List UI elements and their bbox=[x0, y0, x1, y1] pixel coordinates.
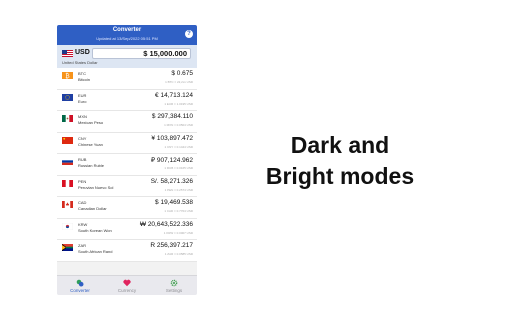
converted-value: $ 0.675 bbox=[171, 70, 193, 77]
currency-code: EUR bbox=[78, 92, 87, 98]
converted-value: S/. 58,271.326 bbox=[150, 177, 193, 185]
exchange-rate: 1 ZAR = 0.0585 USD bbox=[164, 252, 193, 256]
currency-code: ZAR bbox=[78, 243, 86, 248]
help-button[interactable]: ? bbox=[185, 30, 193, 38]
currency-code: PEN bbox=[78, 178, 87, 184]
update-timestamp: Updated at 13/Sep/2022 05:51 PM bbox=[96, 36, 158, 41]
tab-settings[interactable]: Settings bbox=[151, 276, 197, 295]
base-currency-name: United States Dollar bbox=[62, 60, 98, 65]
tab-currency[interactable]: Currency bbox=[104, 276, 150, 295]
app-title: Converter bbox=[112, 27, 142, 33]
currency-name: Mexican Peso bbox=[78, 120, 104, 125]
exchange-rate: 1 PEN = 0.2574 USD bbox=[164, 187, 193, 192]
peru-flag-icon bbox=[62, 179, 73, 187]
tab-converter[interactable]: Converter bbox=[57, 276, 103, 295]
converted-value: R 256,397.217 bbox=[150, 242, 193, 249]
exchange-rate: 1 EUR = 1.0195 USD bbox=[164, 101, 193, 106]
base-currency-code: USD bbox=[75, 49, 90, 56]
currency-name: Euro bbox=[78, 98, 87, 104]
currency-code: BTC bbox=[78, 71, 86, 76]
us-flag-icon bbox=[62, 50, 73, 57]
eu-flag-icon bbox=[62, 93, 73, 101]
exchange-rate: 1 CNY = 0.1444 USD bbox=[164, 144, 193, 149]
heart-icon bbox=[123, 279, 131, 287]
tab-label: Settings bbox=[165, 288, 183, 293]
currency-row-eur[interactable]: EUR Euro € 14,713.124 1 EUR = 1.0195 USD bbox=[57, 90, 197, 111]
exchange-rate: 1 RUB = 0.0165 USD bbox=[164, 166, 193, 170]
converted-value: $ 19,469.538 bbox=[155, 199, 193, 206]
converted-value: ₩ 20,643,522.336 bbox=[139, 220, 193, 228]
china-flag-icon bbox=[62, 136, 73, 144]
phone-screen: Converter Updated at 13/Sep/2022 05:51 P… bbox=[57, 25, 197, 295]
exchange-rate: 1 MXN = 0.0504 USD bbox=[164, 123, 193, 127]
currency-name: Bitcoin bbox=[78, 77, 91, 82]
currency-row-cad[interactable]: CAD Canadian Dollar $ 19,469.538 1 CAD =… bbox=[57, 197, 197, 219]
south-africa-flag-icon bbox=[62, 244, 73, 251]
svg-text:₿: ₿ bbox=[65, 73, 70, 79]
exchange-rate: 1 BTC = 22,2xx USD bbox=[165, 80, 193, 84]
currency-code: CNY bbox=[78, 135, 87, 141]
promo-tagline: Dark and Bright modes bbox=[265, 132, 415, 189]
base-currency-row[interactable]: USD $ 15,000.000 United States Dollar bbox=[57, 45, 197, 68]
currency-name: South African Rand bbox=[78, 249, 113, 254]
currency-row-rub[interactable]: RUB Russian Ruble ₽ 907,124.962 1 RUB = … bbox=[57, 154, 197, 176]
converted-value: ₽ 907,124.962 bbox=[150, 157, 193, 164]
currency-name: Russian Ruble bbox=[78, 163, 105, 168]
mexico-flag-icon bbox=[62, 115, 73, 122]
exchange-rate: 1 KRW = 0.0007 USD bbox=[163, 230, 193, 235]
currency-list: ₿ BTC Bitcoin $ 0.675 1 BTC = 22,2xx USD… bbox=[57, 68, 197, 262]
currency-name: Chinese Yuan bbox=[78, 141, 103, 147]
russia-flag-icon bbox=[62, 158, 73, 165]
currency-row-mxn[interactable]: MXN Mexican Peso $ 297,384.110 1 MXN = 0… bbox=[57, 111, 197, 133]
tab-label: Converter bbox=[70, 288, 90, 293]
currency-code: KRW bbox=[78, 221, 88, 227]
gear-icon bbox=[170, 279, 178, 287]
converted-value: € 14,713.124 bbox=[155, 91, 193, 99]
exchange-rate: 1 CAD = 0.7704 USD bbox=[164, 209, 193, 213]
currency-row-cny[interactable]: CNY Chinese Yuan ¥ 103,897.472 1 CNY = 0… bbox=[57, 133, 197, 154]
app-header: Converter Updated at 13/Sep/2022 05:51 P… bbox=[57, 25, 197, 45]
currency-code: CAD bbox=[78, 200, 87, 205]
coins-icon bbox=[76, 279, 84, 287]
south-korea-flag-icon bbox=[62, 222, 73, 230]
canada-flag-icon bbox=[62, 201, 73, 208]
currency-row-zar[interactable]: ZAR South African Rand R 256,397.217 1 Z… bbox=[57, 240, 197, 262]
currency-name: South Korean Won bbox=[78, 227, 112, 233]
currency-row-krw[interactable]: KRW South Korean Won ₩ 20,643,522.336 1 … bbox=[57, 219, 197, 240]
currency-row-btc[interactable]: ₿ BTC Bitcoin $ 0.675 1 BTC = 22,2xx USD bbox=[57, 68, 197, 90]
currency-name: Canadian Dollar bbox=[78, 206, 107, 211]
currency-code: RUB bbox=[78, 157, 87, 162]
converted-value: $ 297,384.110 bbox=[151, 113, 193, 120]
currency-code: MXN bbox=[78, 114, 87, 119]
tab-label: Currency bbox=[117, 288, 137, 293]
base-amount-input[interactable]: $ 15,000.000 bbox=[92, 48, 191, 59]
converted-value: ¥ 103,897.472 bbox=[151, 134, 193, 142]
currency-row-pen[interactable]: PEN Peruvian Nuevo Sol S/. 58,271.326 1 … bbox=[57, 176, 197, 197]
currency-name: Peruvian Nuevo Sol bbox=[78, 184, 114, 190]
bitcoin-icon: ₿ bbox=[62, 72, 73, 79]
tab-bar: Converter Currency Settings bbox=[57, 275, 197, 295]
